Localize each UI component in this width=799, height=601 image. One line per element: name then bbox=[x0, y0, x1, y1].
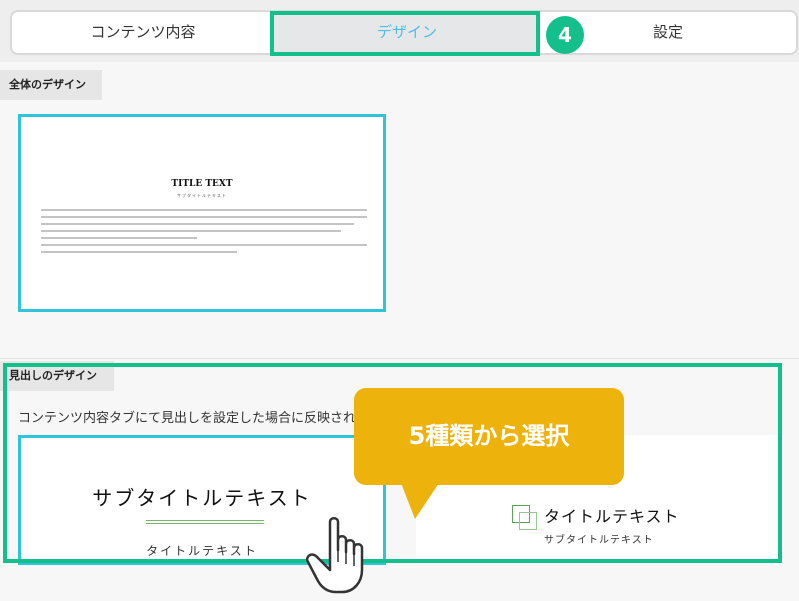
tab-design[interactable]: デザイン bbox=[274, 12, 540, 53]
option1-title: サブタイトルテキスト bbox=[92, 486, 312, 510]
callout-bubble: 5種類から選択 bbox=[354, 388, 624, 485]
preview-subtitle: サブタイトルテキスト bbox=[177, 193, 227, 198]
tab-group: コンテンツ内容 デザイン 設定 bbox=[10, 10, 798, 55]
squares-icon bbox=[512, 505, 538, 531]
step-badge: 4 bbox=[546, 16, 584, 54]
tab-content[interactable]: コンテンツ内容 bbox=[12, 12, 274, 53]
preview-title: TITLE TEXT bbox=[171, 179, 233, 189]
overall-design-label: 全体のデザイン bbox=[0, 70, 102, 100]
callout-tail bbox=[401, 483, 439, 519]
heading-design-label: 見出しのデザイン bbox=[0, 361, 114, 391]
overall-design-thumbnail[interactable]: TITLE TEXT サブタイトルテキスト bbox=[18, 114, 386, 312]
tab-bar: コンテンツ内容 デザイン 設定 bbox=[0, 0, 799, 62]
preview-body-text bbox=[41, 209, 367, 258]
hand-pointer-icon bbox=[306, 517, 364, 594]
option1-double-rule bbox=[146, 520, 264, 524]
heading-description: コンテンツ内容タブにて見出しを設定した場合に反映され bbox=[18, 411, 357, 426]
option2-subtitle: サブタイトルテキスト bbox=[544, 535, 654, 546]
option2-title: タイトルテキスト bbox=[544, 507, 680, 526]
overall-design-section: 全体のデザイン TITLE TEXT サブタイトルテキスト bbox=[0, 62, 799, 358]
